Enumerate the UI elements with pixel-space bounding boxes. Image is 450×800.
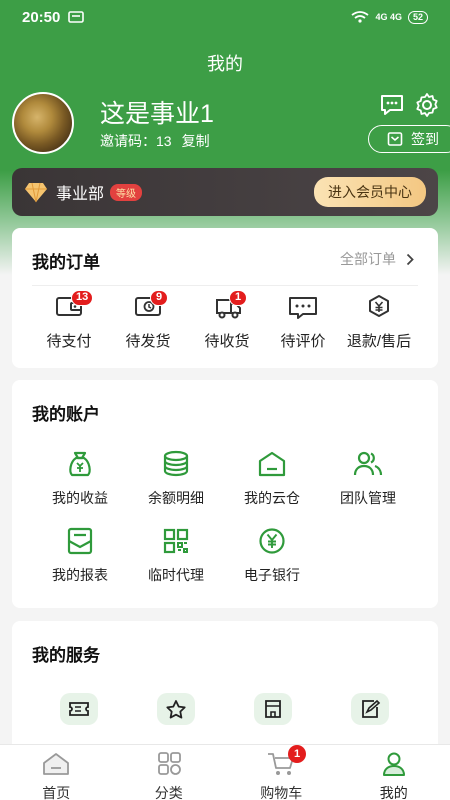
star-icon <box>166 700 186 719</box>
order-pending-receipt[interactable]: 1 待收货 <box>187 290 267 351</box>
avatar[interactable] <box>12 92 74 154</box>
gear-icon[interactable] <box>414 92 440 118</box>
account-label: 我的报表 <box>52 567 108 583</box>
tab-profile[interactable]: 我的 <box>338 745 450 800</box>
edit-icon <box>362 699 381 718</box>
tab-cart[interactable]: 1 购物车 <box>225 745 338 800</box>
service-item-edit[interactable] <box>351 693 389 725</box>
tab-label: 购物车 <box>260 785 303 800</box>
account-item-cloud-warehouse[interactable]: 我的云仓 <box>224 448 320 508</box>
service-item-coupon[interactable] <box>60 693 98 725</box>
username: 这是事业1 <box>100 100 214 128</box>
bottom-tabbar: 首页 分类 1 购物车 我的 <box>0 744 450 800</box>
home-icon <box>43 753 70 775</box>
order-pending-shipment[interactable]: 9 待发货 <box>108 290 188 351</box>
diamond-icon <box>25 182 47 203</box>
account-label: 临时代理 <box>148 567 204 583</box>
service-item-favorites[interactable] <box>157 693 195 725</box>
cart-badge: 1 <box>288 745 306 763</box>
tab-label: 首页 <box>42 785 71 800</box>
coupon-icon <box>69 702 89 716</box>
service-item-shop[interactable] <box>254 693 292 725</box>
profile-icon <box>382 752 405 776</box>
order-badge: 1 <box>229 290 247 306</box>
tab-label: 分类 <box>154 785 183 800</box>
account-item-balance[interactable]: 余额明细 <box>128 448 224 508</box>
message-icon <box>68 11 85 23</box>
category-icon <box>157 752 181 775</box>
order-label: 待发货 <box>125 333 171 350</box>
account-label: 电子银行 <box>244 567 300 583</box>
all-orders-label: 全部订单 <box>340 251 396 267</box>
tab-home[interactable]: 首页 <box>0 745 113 800</box>
member-dept: 事业部 <box>56 186 105 203</box>
team-icon <box>353 451 383 476</box>
member-center-button[interactable]: 进入会员中心 <box>314 177 426 207</box>
warehouse-icon <box>258 451 286 477</box>
comment-icon <box>289 297 317 319</box>
services-card: 我的服务 <box>12 621 438 751</box>
account-item-ebank[interactable]: 电子银行 <box>224 525 320 585</box>
services-title: 我的服务 <box>32 646 100 665</box>
battery-icon: 52 <box>407 10 428 24</box>
account-item-team[interactable]: 团队管理 <box>320 448 416 508</box>
signal-icon: 4G 4G <box>375 12 402 22</box>
order-label: 待评价 <box>280 333 326 350</box>
order-label: 待支付 <box>46 333 92 350</box>
checkin-icon <box>387 132 403 146</box>
member-bar[interactable]: 事业部 等级 进入会员中心 <box>12 168 438 216</box>
order-badge: 9 <box>150 290 168 306</box>
account-label: 我的收益 <box>52 490 108 506</box>
chat-icon[interactable] <box>379 92 405 118</box>
order-refund[interactable]: 退款/售后 <box>339 294 419 351</box>
account-label: 我的云仓 <box>244 490 300 506</box>
status-indicators: 4G 4G 52 <box>351 10 428 24</box>
account-item-report[interactable]: 我的报表 <box>32 525 128 585</box>
money-bag-icon <box>69 451 91 477</box>
account-item-temp-agent[interactable]: 临时代理 <box>128 525 224 585</box>
order-pending-payment[interactable]: 13 待支付 <box>29 290 109 351</box>
divider <box>32 285 418 286</box>
orders-title: 我的订单 <box>32 253 100 272</box>
coins-icon <box>163 450 189 477</box>
tab-label: 我的 <box>379 785 408 800</box>
order-pending-review[interactable]: 待评价 <box>263 294 343 351</box>
order-label: 待收货 <box>204 333 250 350</box>
all-orders-link[interactable]: 全部订单 <box>340 249 414 269</box>
account-card: 我的账户 我的收益 余额明细 我的云仓 团队管理 我的报表 临时代理 电子银行 <box>12 380 438 608</box>
status-bar: 20:50 4G 4G 52 <box>0 0 450 34</box>
invite-code: 邀请码：13 <box>100 133 172 149</box>
orders-card: 我的订单 全部订单 13 待支付 9 待发货 1 待收货 待评价 退款/售后 <box>12 228 438 368</box>
page-title: 我的 <box>207 54 243 74</box>
account-label: 余额明细 <box>148 490 204 506</box>
account-title: 我的账户 <box>32 405 100 424</box>
order-label: 退款/售后 <box>346 333 412 350</box>
wifi-icon <box>351 11 370 23</box>
chevron-right-icon <box>406 253 414 265</box>
order-badge: 13 <box>71 290 94 306</box>
account-label: 团队管理 <box>340 490 396 506</box>
shop-icon <box>265 700 281 718</box>
qr-icon <box>163 528 189 554</box>
signin-button[interactable]: 签到 <box>368 125 450 153</box>
signin-label: 签到 <box>411 131 439 147</box>
tab-category[interactable]: 分类 <box>113 745 226 800</box>
member-level-badge: 等级 <box>110 183 143 201</box>
refund-icon <box>369 295 389 317</box>
invite-row: 邀请码：13 复制 <box>100 131 210 151</box>
yen-coin-icon <box>259 528 285 554</box>
status-time: 20:50 <box>22 8 61 26</box>
copy-button[interactable]: 复制 <box>182 131 210 151</box>
account-item-earnings[interactable]: 我的收益 <box>32 448 128 508</box>
report-icon <box>67 527 93 555</box>
